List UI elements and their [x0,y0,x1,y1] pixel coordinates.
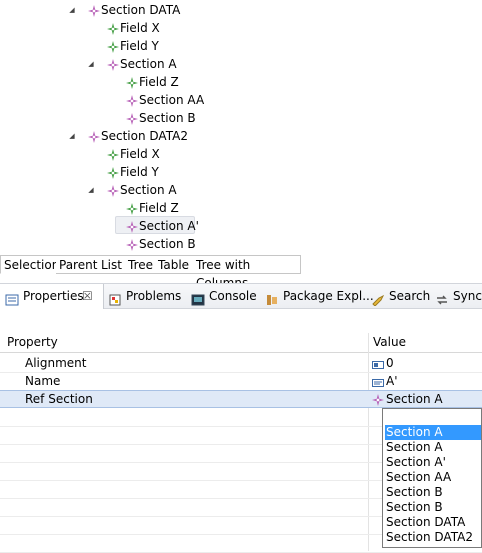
tree-node[interactable]: Section AA [0,91,482,109]
field-icon [126,76,138,89]
expand-toggle-icon[interactable]: ◢ [67,1,77,19]
property-column-header[interactable]: Property [7,333,58,352]
section-icon [372,393,384,406]
tree-node[interactable]: ◢ Section A [0,181,482,199]
section-icon [88,4,100,17]
section-icon [88,130,100,143]
view-tab-package-explorer[interactable]: Package Expl... [260,284,374,308]
viewer-tab[interactable]: Parent [56,255,99,274]
viewer-tab[interactable]: Table [155,255,194,274]
tree-node-label: Field Z [139,75,179,89]
dropdown-option[interactable]: Section AA [385,470,481,485]
view-tab-console[interactable]: Console [186,284,260,308]
number-icon [372,357,384,369]
tree-node-label: Field Y [120,39,159,53]
tree-node-label: Section A [120,183,177,197]
view-tab-synchronize[interactable]: Synch [430,284,482,308]
property-value[interactable]: A' [386,372,398,390]
section-icon [126,220,138,233]
viewer-tab[interactable]: Tree [125,255,156,274]
dropdown-option[interactable]: Section A [385,425,481,440]
view-tab-properties[interactable]: Properties ☒ [0,284,104,309]
property-row[interactable]: Alignment 0 [0,354,482,373]
problems-icon [108,290,122,306]
dropdown-option[interactable]: Section A [385,440,481,455]
text-icon [372,375,384,387]
section-icon [126,94,138,107]
section-icon [107,58,119,71]
field-icon [126,202,138,215]
tree-node[interactable]: Field Y [0,37,482,55]
tree-node[interactable]: Field X [0,145,482,163]
dropdown-option[interactable]: Section DATA [385,515,481,530]
section-tree[interactable]: ◢ Section DATA Field X Field Y ◢ Section A Fie… [0,0,482,255]
console-icon [191,290,205,306]
view-tab-label: Search [389,289,431,303]
section-icon [107,184,119,197]
expand-toggle-icon[interactable]: ◢ [86,55,96,73]
tree-node[interactable]: ◢ Section DATA [0,1,482,19]
properties-icon [5,290,19,306]
view-tab-search[interactable]: Search [366,284,430,308]
tree-node[interactable]: Section B [0,109,482,127]
tree-node-label: Section DATA2 [101,129,188,143]
tree-node-label: Field Z [139,201,179,215]
view-tab-problems[interactable]: Problems [103,284,186,308]
ref-section-dropdown-list[interactable]: Section A Section A Section A' Section AA Se… [382,408,482,548]
tree-node[interactable]: Section B [0,235,482,253]
field-icon [107,22,119,35]
package-explorer-icon [265,290,279,305]
field-icon [107,40,119,53]
viewer-tab-strip: SelectionParentListTreeTableTree with Co… [0,255,482,290]
close-icon[interactable]: ☒ [82,284,93,308]
property-name: Name [25,374,61,388]
property-name: Alignment [25,356,87,370]
tree-node-label: Section B [139,111,196,125]
property-value[interactable]: Section A [386,390,443,408]
dropdown-option[interactable]: Section B [385,500,481,515]
property-row[interactable]: Name A' [0,372,482,391]
tree-node[interactable]: Field X [0,19,482,37]
search-icon [371,290,385,307]
properties-table-header: Property Value [0,333,482,353]
viewer-tab[interactable]: Tree with Columns [193,255,301,290]
expand-toggle-icon[interactable]: ◢ [86,181,96,199]
viewer-tab[interactable]: List [98,255,126,274]
field-icon [107,166,119,179]
property-row[interactable]: Ref Section Section A [0,390,482,408]
tree-node-label: Section A' [139,219,199,233]
view-tab-label: Console [209,289,257,303]
dropdown-option[interactable]: Section B [385,485,481,500]
tree-node[interactable]: Field Z [0,199,482,217]
tree-node-label: Field Y [120,165,159,179]
tree-node[interactable]: ◢ Section DATA2 [0,127,482,145]
synchronize-icon [435,290,449,305]
tree-node-label: Field X [120,21,160,35]
view-tab-label: Package Expl... [283,289,374,303]
tree-node-label: Section B [139,237,196,251]
tree-node[interactable]: Field Y [0,163,482,181]
viewer-tab[interactable]: Selection [0,255,59,274]
tree-node[interactable]: ◢ Section A [0,55,482,73]
value-column-header[interactable]: Value [373,333,406,352]
views-tab-bar: Properties ☒ Problems Console Package Expl..… [0,283,482,309]
section-icon [126,238,138,251]
view-tab-label: Synch [453,289,482,303]
property-value[interactable]: 0 [386,354,394,372]
dropdown-option[interactable]: Section A' [385,455,481,470]
tree-node-label: Section AA [139,93,205,107]
tree-node-label: Section DATA [101,3,181,17]
section-icon [126,112,138,125]
tree-node-label: Field X [120,147,160,161]
tree-node-label: Section A [120,57,177,71]
tree-node[interactable]: Field Z [0,73,482,91]
field-icon [107,148,119,161]
view-tab-label: Properties [23,289,84,303]
view-tab-label: Problems [126,289,182,303]
expand-toggle-icon[interactable]: ◢ [67,127,77,145]
tree-node[interactable]: Section A' [0,217,482,235]
property-name: Ref Section [25,392,93,406]
dropdown-option[interactable]: Section DATA2 [385,530,481,545]
